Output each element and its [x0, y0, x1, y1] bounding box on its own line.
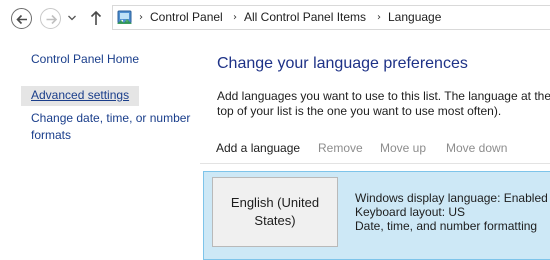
- back-button[interactable]: [11, 8, 32, 29]
- language-window: › Control Panel › All Control Panel Item…: [0, 0, 550, 260]
- breadcrumb-separator-icon[interactable]: ›: [233, 6, 237, 29]
- page-title: Change your language preferences: [217, 55, 468, 72]
- language-name: English (United States): [230, 195, 320, 228]
- breadcrumb-control-panel[interactable]: Control Panel: [150, 6, 223, 29]
- breadcrumb-separator-icon[interactable]: ›: [139, 6, 143, 29]
- sidebar: Control Panel Home Advanced settings Cha…: [0, 37, 200, 260]
- breadcrumb-separator-icon[interactable]: ›: [377, 6, 381, 29]
- list-item[interactable]: English (United States) Windows display …: [203, 171, 550, 260]
- sidebar-item-control-panel-home[interactable]: Control Panel Home: [31, 51, 139, 68]
- back-arrow-icon: [16, 14, 27, 25]
- breadcrumb-language[interactable]: Language: [388, 6, 441, 29]
- recent-locations-chevron-icon[interactable]: [67, 12, 77, 24]
- breadcrumb[interactable]: › Control Panel › All Control Panel Item…: [112, 5, 550, 30]
- move-up-button[interactable]: Move up: [380, 133, 426, 163]
- keyboard-layout: Keyboard layout: US: [355, 205, 466, 219]
- remove-button[interactable]: Remove: [318, 133, 363, 163]
- display-language-status: Windows display language: Enabled: [355, 191, 548, 205]
- move-down-button[interactable]: Move down: [446, 133, 507, 163]
- formatting-info: Date, time, and number formatting: [355, 219, 538, 233]
- breadcrumb-all-items[interactable]: All Control Panel Items: [244, 6, 366, 29]
- language-details: Windows display language: Enabled Keyboa…: [355, 191, 548, 233]
- language-toolbar: Add a language Remove Move up Move down: [200, 133, 550, 164]
- forward-button[interactable]: [40, 8, 61, 29]
- language-tile[interactable]: English (United States): [212, 177, 338, 247]
- forward-arrow-icon: [46, 14, 58, 25]
- sidebar-item-date-time-formats[interactable]: Change date, time, or number formats: [31, 110, 196, 144]
- address-bar: › Control Panel › All Control Panel Item…: [0, 0, 550, 37]
- main-content: Change your language preferences Add lan…: [200, 37, 550, 260]
- sidebar-item-advanced-settings[interactable]: Advanced settings: [21, 86, 140, 106]
- up-arrow-icon[interactable]: [88, 8, 104, 28]
- control-panel-icon: [117, 10, 132, 24]
- page-description: Add languages you want to use to this li…: [217, 89, 550, 118]
- add-language-button[interactable]: Add a language: [216, 133, 300, 163]
